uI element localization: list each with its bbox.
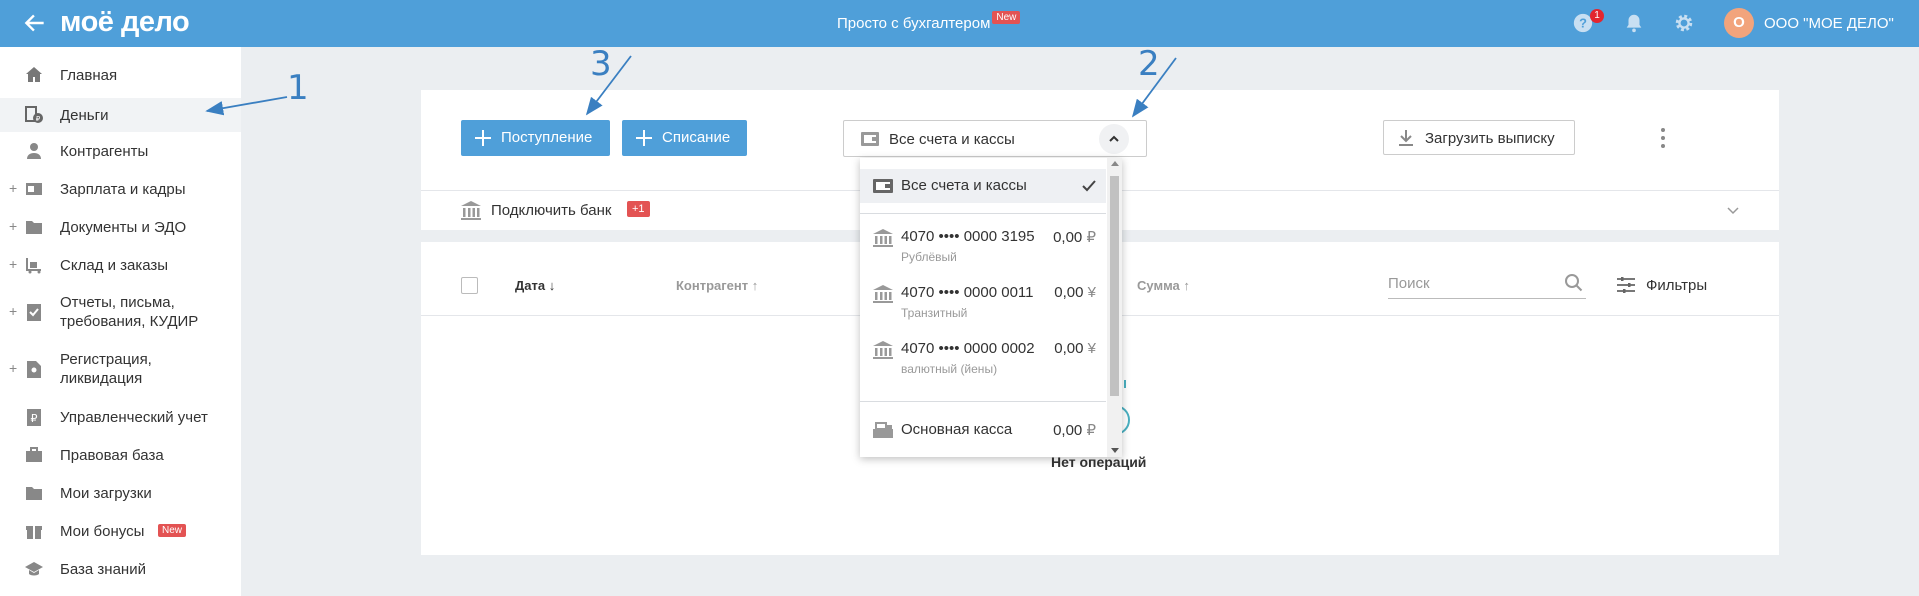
annotation-number-2: 2 <box>1138 44 1160 84</box>
annotation-arrow-1 <box>205 96 288 116</box>
annotation-number-3: 3 <box>590 44 612 84</box>
annotation-number-1: 1 <box>287 68 309 108</box>
